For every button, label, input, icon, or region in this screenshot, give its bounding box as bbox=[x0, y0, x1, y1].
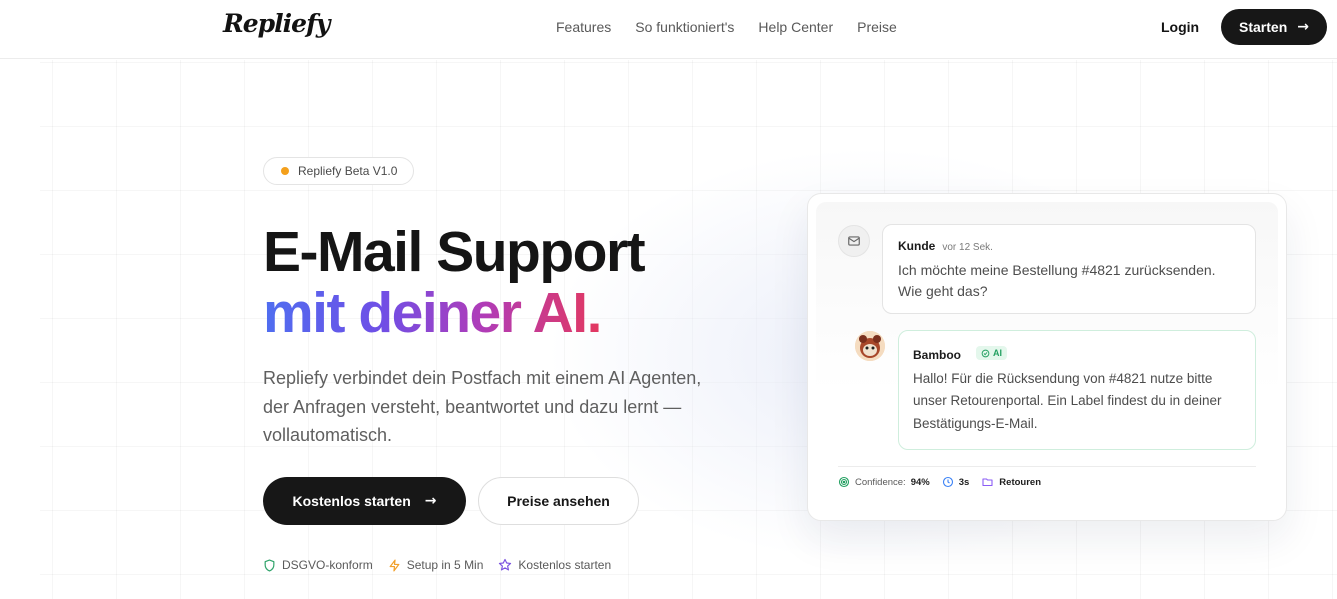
ai-badge-label: AI bbox=[993, 348, 1002, 358]
hero-title: E-Mail Support bbox=[263, 220, 646, 284]
start-button[interactable]: Starten → bbox=[1221, 9, 1327, 45]
feature-setup-label: Setup in 5 Min bbox=[406, 558, 484, 572]
ai-badge: AI bbox=[976, 346, 1007, 360]
login-link[interactable]: Login bbox=[1161, 19, 1199, 35]
main-nav: Features So funktioniert's Help Center P… bbox=[556, 19, 897, 35]
response-time-stat: 3s bbox=[942, 476, 970, 488]
agent-name: Bamboo bbox=[913, 347, 961, 362]
customer-message-text: Ich möchte meine Bestellung #4821 zurück… bbox=[898, 262, 1216, 299]
check-circle-icon bbox=[981, 349, 990, 357]
agent-message: Bamboo AI Hallo! Für die Rücksendung von… bbox=[898, 330, 1256, 450]
beta-badge-label: Repliefy Beta V1.0 bbox=[298, 164, 398, 178]
folder-icon bbox=[982, 478, 993, 487]
feature-gdpr-label: DSGVO-konform bbox=[282, 558, 373, 572]
feature-free: Kostenlos starten bbox=[498, 558, 611, 572]
confidence-label: Confidence: bbox=[855, 476, 906, 488]
mail-icon bbox=[838, 225, 870, 257]
reply-stats: Confidence: 94% 3s Retouren bbox=[838, 476, 1041, 488]
hero-title-gradient: mit deiner AI. bbox=[263, 281, 602, 345]
customer-message: Kunde vor 12 Sek. Ich möchte meine Beste… bbox=[882, 224, 1256, 314]
confidence-value: 94% bbox=[910, 476, 930, 488]
feature-list: DSGVO-konform Setup in 5 Min Kostenlos s… bbox=[263, 558, 611, 572]
bolt-icon bbox=[389, 558, 400, 572]
start-free-label: Kostenlos starten bbox=[292, 493, 411, 509]
nav-features[interactable]: Features bbox=[556, 19, 611, 35]
status-dot-icon bbox=[281, 167, 289, 175]
nav-help-center[interactable]: Help Center bbox=[758, 19, 833, 35]
confidence-stat: Confidence: 94% bbox=[838, 476, 930, 488]
nav-pricing[interactable]: Preise bbox=[857, 19, 897, 35]
avatar bbox=[855, 331, 885, 361]
response-time-value: 3s bbox=[958, 476, 970, 488]
arrow-right-icon: → bbox=[424, 493, 437, 509]
site-header: Repliefy Features So funktioniert's Help… bbox=[0, 0, 1337, 59]
hero-description: Repliefy verbindet dein Postfach mit ein… bbox=[263, 368, 702, 445]
customer-timestamp: vor 12 Sek. bbox=[942, 242, 993, 253]
arrow-right-icon: → bbox=[1297, 19, 1309, 35]
clock-icon bbox=[942, 476, 953, 488]
feature-setup: Setup in 5 Min bbox=[388, 558, 484, 572]
beta-badge: Repliefy Beta V1.0 bbox=[263, 157, 415, 185]
start-button-label: Starten bbox=[1239, 19, 1288, 35]
target-icon bbox=[838, 476, 850, 488]
category-value: Retouren bbox=[999, 476, 1041, 488]
nav-how-it-works[interactable]: So funktioniert's bbox=[635, 19, 734, 35]
start-free-button[interactable]: Kostenlos starten → bbox=[263, 477, 466, 525]
star-icon bbox=[499, 558, 512, 571]
customer-name: Kunde bbox=[898, 239, 936, 253]
agent-message-text: Hallo! Für die Rücksendung von #4821 nut… bbox=[913, 370, 1222, 431]
category-stat: Retouren bbox=[981, 476, 1041, 488]
logo[interactable]: Repliefy bbox=[223, 9, 330, 38]
view-pricing-label: Preise ansehen bbox=[507, 493, 610, 509]
feature-free-label: Kostenlos starten bbox=[518, 558, 612, 572]
shield-icon bbox=[264, 558, 275, 572]
view-pricing-button[interactable]: Preise ansehen bbox=[478, 477, 639, 525]
feature-gdpr: DSGVO-konform bbox=[263, 558, 373, 572]
divider bbox=[838, 466, 1256, 467]
